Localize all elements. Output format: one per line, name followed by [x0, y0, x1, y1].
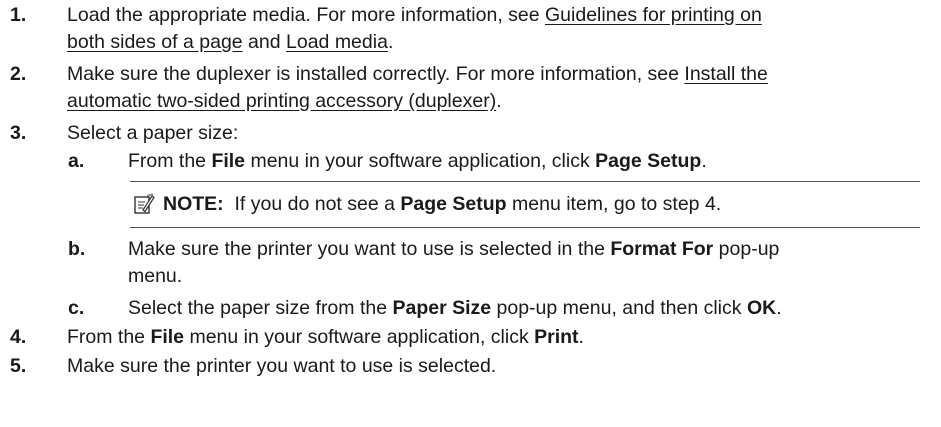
- step-number: 1.: [10, 4, 27, 26]
- note-pencil-icon: [134, 193, 155, 214]
- note-text: NOTE: If you do not see a Page Setup men…: [163, 193, 722, 215]
- substep-body: Select the paper size from the Paper Siz…: [128, 297, 782, 319]
- guidelines-link-cont[interactable]: both sides of a page: [67, 31, 243, 53]
- install-duplexer-link-cont[interactable]: automatic two-sided printing accessory (…: [67, 90, 496, 112]
- step-body: Load the appropriate media. For more inf…: [67, 4, 762, 53]
- substep-body: Make sure the printer you want to use is…: [128, 238, 780, 287]
- step-number: 4.: [10, 326, 27, 348]
- install-duplexer-link[interactable]: Install the: [684, 63, 767, 85]
- step-body: Make sure the duplexer is installed corr…: [67, 63, 768, 112]
- step-number: 2.: [10, 63, 27, 85]
- step-number: 5.: [10, 355, 27, 377]
- step-number: 3.: [10, 122, 27, 144]
- substep-body: From the File menu in your software appl…: [128, 150, 707, 172]
- substep-letter: a.: [68, 150, 85, 172]
- step-body: From the File menu in your software appl…: [67, 326, 584, 348]
- substep-letter: b.: [68, 238, 86, 260]
- load-media-link[interactable]: Load media: [286, 31, 388, 53]
- document-page: 1. Load the appropriate media. For more …: [0, 0, 941, 427]
- step-body: Make sure the printer you want to use is…: [67, 355, 497, 377]
- note-label: NOTE:: [163, 193, 224, 215]
- substep-letter: c.: [68, 297, 85, 319]
- step-body: Select a paper size:: [67, 122, 239, 144]
- note-box: NOTE: If you do not see a Page Setup men…: [130, 181, 920, 228]
- guidelines-link[interactable]: Guidelines for printing on: [545, 4, 762, 26]
